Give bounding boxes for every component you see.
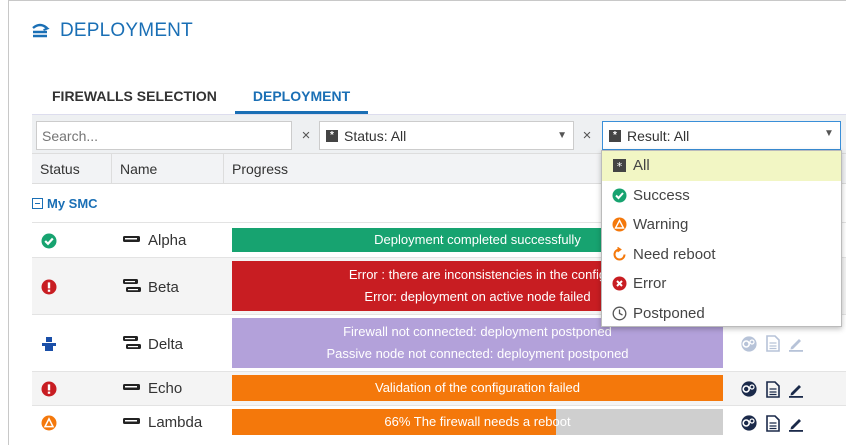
error-icon <box>41 381 57 397</box>
firewall-cluster-icon <box>122 335 142 355</box>
tab-deployment[interactable]: DEPLOYMENT <box>234 80 369 114</box>
result-dropdown-menu: * All Success Warning Need reboot Error … <box>601 150 842 327</box>
progress-message: Passive node not connected: deployment p… <box>326 346 629 361</box>
option-error[interactable]: Error <box>602 269 841 299</box>
result-filter-label: Result: All <box>627 127 690 144</box>
search-input[interactable] <box>36 121 292 150</box>
edit-pencil-icon[interactable] <box>788 415 804 437</box>
firewall-name-label: Alpha <box>148 231 187 249</box>
edit-pencil-icon[interactable] <box>788 381 804 403</box>
firewall-name: Beta <box>122 278 179 298</box>
tab-firewalls-selection[interactable]: FIREWALLS SELECTION <box>34 80 235 114</box>
firewall-name: Echo <box>122 380 182 397</box>
row-actions <box>740 414 804 437</box>
firewall-icon <box>122 232 142 249</box>
progress-bar: Validation of the configuration failed <box>232 375 723 401</box>
progress-message: Validation of the configuration failed <box>374 380 580 395</box>
chevron-down-icon: ▼ <box>557 130 567 141</box>
firewall-name: Alpha <box>122 232 186 249</box>
option-label: Error <box>633 275 667 293</box>
option-postponed[interactable]: Postponed <box>602 299 841 329</box>
firewall-cluster-icon <box>122 278 142 298</box>
postponed-clock-icon <box>612 306 627 321</box>
option-label: All <box>633 157 650 175</box>
result-filter-select[interactable]: * Result: All <box>602 121 841 150</box>
firewall-icon <box>122 380 142 397</box>
page-title: DEPLOYMENT <box>60 20 193 41</box>
settings-gear-icon[interactable] <box>740 414 758 437</box>
firewall-name-label: Lambda <box>148 414 203 431</box>
warning-icon <box>612 217 627 232</box>
row-actions <box>740 380 804 403</box>
firewall-name-label: Beta <box>148 279 179 296</box>
group-my-smc[interactable]: My SMC <box>32 196 98 211</box>
clear-search-button[interactable]: × <box>294 121 318 150</box>
firewall-name-label: Delta <box>148 336 184 353</box>
tab-bar: FIREWALLS SELECTION DEPLOYMENT <box>34 80 369 114</box>
error-icon <box>612 276 627 291</box>
firewall-name: Delta <box>122 335 183 355</box>
firewall-name: Lambda <box>122 414 202 431</box>
success-icon <box>41 233 57 249</box>
page-header: DEPLOYMENT <box>30 20 193 42</box>
option-label: Need reboot <box>633 245 716 263</box>
chevron-down-icon[interactable]: ▼ <box>824 128 834 139</box>
deployment-icon <box>30 21 50 41</box>
postponed-icon <box>41 336 57 352</box>
progress-message: 66% The firewall needs a reboot <box>384 414 571 429</box>
document-icon[interactable] <box>766 335 780 357</box>
warning-icon <box>41 415 57 431</box>
row-actions <box>740 335 804 358</box>
group-label: My SMC <box>47 196 98 211</box>
option-success[interactable]: Success <box>602 181 841 211</box>
table-row[interactable]: Lambda 66% The firewall needs a reboot <box>32 405 846 439</box>
error-icon <box>41 279 57 295</box>
option-warning[interactable]: Warning <box>602 210 841 240</box>
settings-gear-icon[interactable] <box>740 335 758 358</box>
option-label: Warning <box>633 216 689 234</box>
table-row[interactable]: Echo Validation of the configuration fail… <box>32 371 846 405</box>
option-label: Success <box>633 186 690 204</box>
settings-gear-icon[interactable] <box>740 380 758 403</box>
asterisk-icon: * <box>609 129 621 142</box>
all-square-icon: * <box>612 158 627 173</box>
document-icon[interactable] <box>766 380 780 403</box>
status-filter-select[interactable]: * Status: All ▼ <box>319 121 574 150</box>
clear-status-button[interactable]: × <box>575 121 599 150</box>
asterisk-icon: * <box>326 129 338 142</box>
column-status[interactable]: Status <box>32 154 112 184</box>
firewall-icon <box>122 414 142 431</box>
filter-bar: × * Status: All ▼ × * Result: All ▼ <box>32 114 846 154</box>
edit-pencil-icon[interactable] <box>788 335 804 357</box>
document-icon[interactable] <box>766 414 780 437</box>
status-filter-label: Status: All <box>344 127 407 144</box>
firewall-name-label: Echo <box>148 380 183 397</box>
collapse-icon[interactable] <box>32 198 43 209</box>
column-name[interactable]: Name <box>112 154 224 184</box>
option-all[interactable]: * All <box>602 151 841 181</box>
option-need-reboot[interactable]: Need reboot <box>602 240 841 270</box>
svg-text:*: * <box>617 160 623 173</box>
progress-bar: 66% The firewall needs a reboot <box>232 409 723 435</box>
reboot-icon <box>612 246 627 262</box>
success-icon <box>612 188 627 203</box>
option-label: Postponed <box>633 304 705 322</box>
